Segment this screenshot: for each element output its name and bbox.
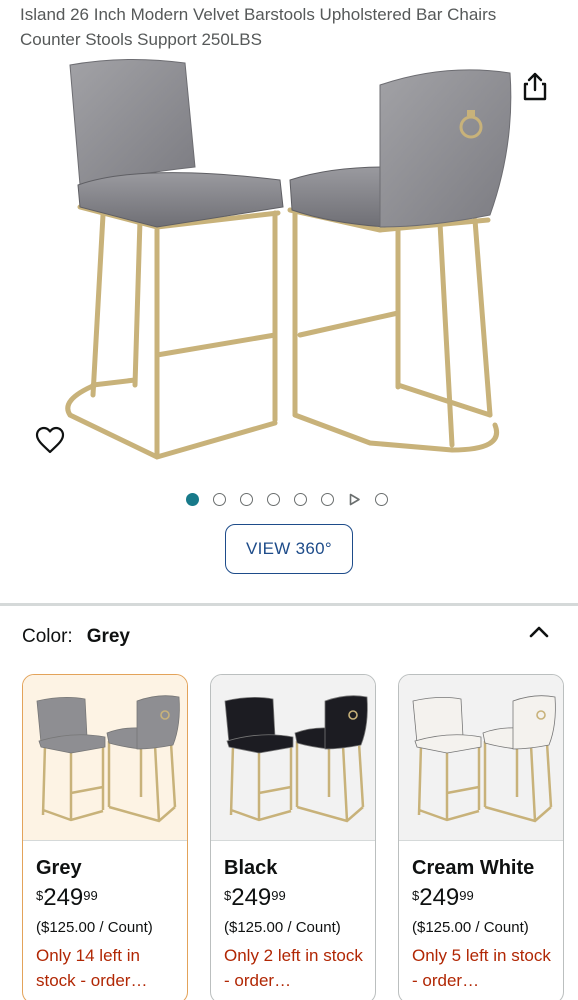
pagination-dot[interactable]	[321, 492, 334, 506]
option-thumbnail	[23, 675, 187, 841]
option-name: Cream White	[412, 857, 535, 879]
option-name: Grey	[36, 857, 82, 879]
option-thumbnail	[211, 675, 375, 841]
pagination-dot[interactable]	[240, 492, 253, 506]
section-divider	[0, 603, 578, 606]
color-selector-header: Color: Grey	[22, 626, 130, 648]
chair-back-seat	[289, 166, 386, 228]
pagination-dot[interactable]	[294, 492, 307, 506]
pagination-dot[interactable]	[375, 492, 388, 506]
chair-back-view	[287, 207, 499, 453]
option-stock-status: Only 2 left in stock - order…	[224, 946, 363, 990]
pagination-dot[interactable]	[186, 492, 199, 506]
chair-front-seat	[77, 172, 284, 228]
chair-back-backrest	[379, 69, 512, 228]
option-unit-price: ($125.00 / Count)	[412, 919, 529, 936]
share-button[interactable]	[520, 70, 550, 102]
view-360-button[interactable]: VIEW 360°	[225, 524, 353, 574]
color-option-grey[interactable]: Grey $249 99 ($125.00 / Count) Only 14 le…	[22, 674, 188, 1000]
option-name: Black	[224, 857, 278, 879]
pagination-dot[interactable]	[213, 492, 226, 506]
wishlist-button[interactable]	[34, 425, 66, 455]
color-options: Grey $249 99 ($125.00 / Count) Only 14 le…	[22, 674, 578, 1000]
pagination-dot[interactable]	[267, 492, 280, 506]
color-option-black[interactable]: Black $249 99 ($125.00 / Count) Only 2 le…	[210, 674, 376, 1000]
product-image[interactable]	[0, 55, 578, 475]
video-play-icon[interactable]	[348, 493, 361, 506]
chair-front-view	[65, 204, 281, 460]
option-stock-status: Only 5 left in stock - order…	[412, 946, 551, 990]
product-title: Island 26 Inch Modern Velvet Barstools U…	[20, 5, 497, 49]
option-unit-price: ($125.00 / Count)	[224, 919, 341, 936]
selected-color-value: Grey	[86, 626, 130, 647]
option-thumbnail	[399, 675, 563, 841]
share-icon	[523, 72, 547, 101]
option-chair-image	[412, 695, 556, 823]
option-price: $249 99	[224, 884, 286, 911]
option-price: $249 99	[412, 884, 474, 911]
color-label: Color:	[22, 626, 73, 647]
option-stock-status: Only 14 left in stock - order…	[36, 946, 148, 990]
option-price: $249 99	[36, 884, 98, 911]
chair-front-backrest	[69, 58, 196, 186]
option-chair-image	[224, 695, 368, 823]
chevron-up-icon[interactable]	[527, 622, 551, 642]
color-option-cream-white[interactable]: Cream White $249 99 ($125.00 / Count) Onl…	[398, 674, 564, 1000]
option-unit-price: ($125.00 / Count)	[36, 919, 153, 936]
image-pagination	[186, 490, 388, 508]
option-chair-image	[36, 695, 180, 823]
heart-icon	[35, 426, 65, 454]
